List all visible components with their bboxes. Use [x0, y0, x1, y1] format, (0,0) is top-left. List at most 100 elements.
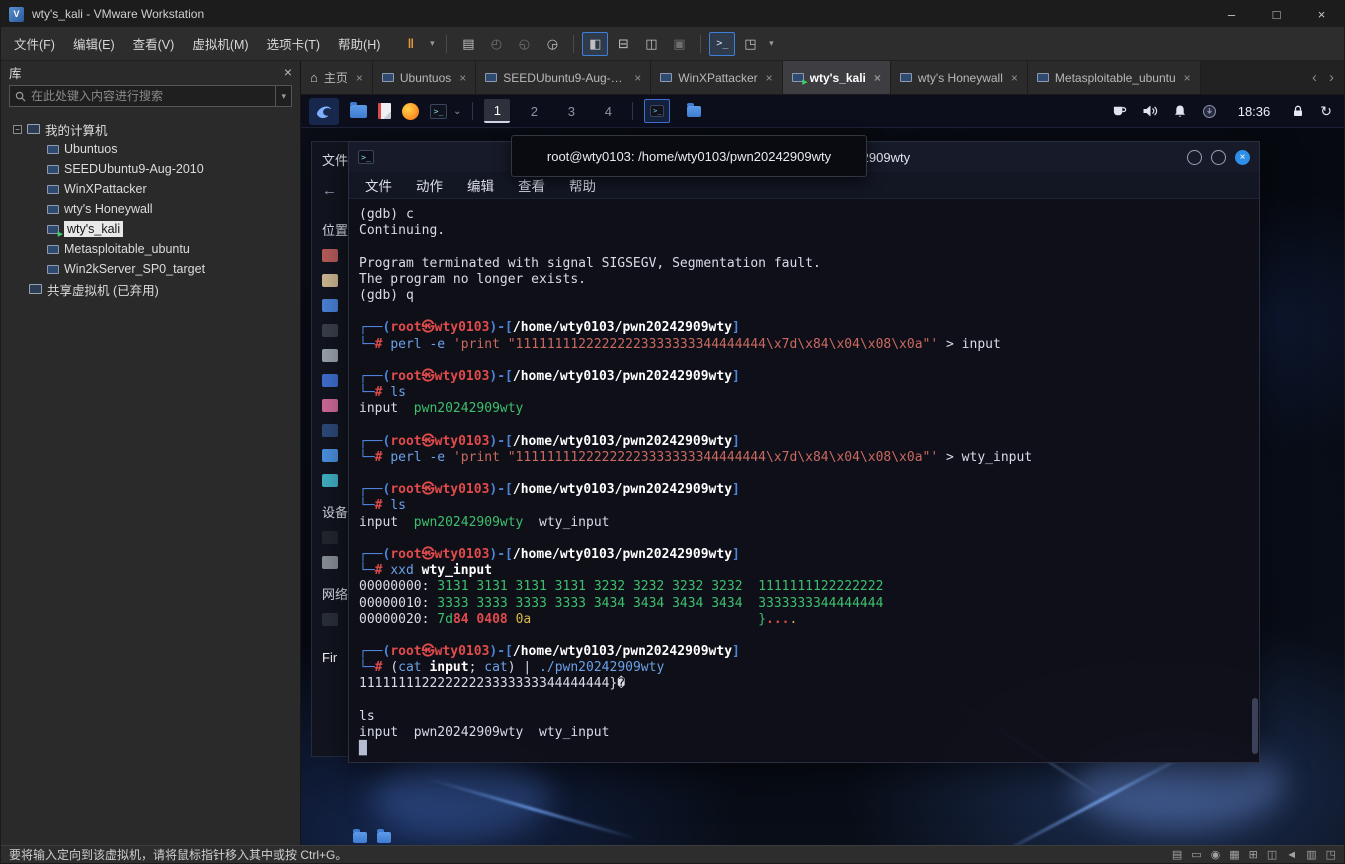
minimize-button[interactable]: – — [1209, 1, 1254, 27]
tree-item-my-computer[interactable]: − 我的计算机 — [1, 119, 300, 139]
tab-close-icon[interactable]: × — [1184, 71, 1191, 85]
menu-item-1[interactable]: 编辑(E) — [64, 30, 124, 57]
folder-icon[interactable] — [377, 829, 391, 843]
screen-lock-icon[interactable] — [1291, 104, 1305, 118]
file-manager-window[interactable]: 文件 ← 位置 设备 网络 Fir — [311, 141, 348, 757]
close-button[interactable]: × — [1299, 1, 1344, 27]
library-search[interactable]: ▾ — [9, 85, 292, 107]
tab-close-icon[interactable]: × — [634, 71, 641, 85]
terminal-window-button[interactable]: >_ — [644, 99, 671, 123]
fullscreen-icon[interactable]: ◳ — [737, 32, 763, 56]
folder-icon[interactable] — [353, 829, 367, 843]
network-status-icon[interactable] — [1202, 104, 1217, 119]
coffee-cup-icon[interactable] — [1112, 104, 1127, 118]
tab-主页[interactable]: ⌂ 主页 × — [301, 61, 373, 94]
tree-item-shared-vms[interactable]: 共享虚拟机 (已弃用) — [1, 279, 300, 299]
terminal-menu-item-1[interactable]: 动作 — [416, 175, 443, 195]
snapshot-manager-icon[interactable]: ◶ — [539, 32, 565, 56]
tabs-scroll-left-icon[interactable]: ‹ — [1312, 69, 1317, 86]
show-thumbnail-bar-icon[interactable]: ⊟ — [610, 32, 636, 56]
suspend-menu-icon[interactable]: ▾ — [426, 32, 438, 56]
fm-place-icon[interactable] — [322, 324, 338, 337]
tree-item-WinXPattacker[interactable]: WinXPattacker — [1, 179, 300, 199]
tab-close-icon[interactable]: × — [356, 71, 363, 85]
hard-disk-icon[interactable]: ▭ — [1191, 848, 1201, 861]
terminal-menu-item-3[interactable]: 查看 — [518, 175, 545, 195]
fm-place-icon[interactable] — [322, 274, 338, 287]
sound-icon[interactable]: ◄ — [1286, 849, 1297, 861]
suspend-button[interactable]: ‖ — [398, 32, 424, 56]
notifications-bell-icon[interactable] — [1173, 104, 1187, 118]
back-arrow-icon[interactable]: ← — [322, 182, 337, 199]
tree-item-Ubuntuos[interactable]: Ubuntuos — [1, 139, 300, 159]
tab-close-icon[interactable]: × — [459, 71, 466, 85]
library-close-icon[interactable]: × — [284, 64, 292, 80]
menu-item-0[interactable]: 文件(F) — [5, 30, 64, 57]
menu-item-4[interactable]: 选项卡(T) — [258, 30, 329, 57]
terminal-content[interactable]: (gdb) c Continuing. Program terminated wi… — [349, 199, 1259, 762]
terminal-dropdown-icon[interactable]: ⌄ — [453, 106, 461, 117]
workspace-4[interactable]: 4 — [595, 99, 621, 123]
firefox-icon[interactable] — [402, 102, 419, 120]
tab-wty's Honeywall[interactable]: wty's Honeywall × — [890, 61, 1028, 94]
terminal-close-button[interactable]: × — [1235, 149, 1250, 165]
fit-guest-icon[interactable]: ◳ — [1326, 848, 1336, 861]
search-input[interactable] — [31, 89, 271, 103]
fm-place-icon[interactable] — [322, 399, 338, 412]
tab-wty's_kali[interactable]: ▶ wty's_kali × — [782, 61, 891, 94]
menu-item-3[interactable]: 虚拟机(M) — [183, 30, 257, 57]
text-editor-icon[interactable] — [378, 103, 391, 119]
file-manager-window-button[interactable] — [681, 99, 707, 123]
appliance-view-icon[interactable]: ▣ — [666, 32, 692, 56]
unity-mode-icon[interactable]: ◫ — [638, 32, 664, 56]
workspace-1[interactable]: 1 — [484, 99, 511, 123]
console-view-icon[interactable]: >_ — [709, 31, 736, 56]
tree-item-SEEDUbuntu9-Aug-2010[interactable]: SEEDUbuntu9-Aug-2010 — [1, 159, 300, 179]
network-adapter-icon[interactable]: ⊞ — [1249, 848, 1258, 861]
panel-clock[interactable]: 18:36 — [1238, 104, 1271, 119]
fm-place-icon[interactable] — [322, 613, 338, 626]
menu-item-5[interactable]: 帮助(H) — [329, 30, 389, 57]
terminal-minimize-button[interactable] — [1187, 149, 1202, 165]
tabs-scroll-right-icon[interactable]: › — [1329, 69, 1334, 86]
fm-place-icon[interactable] — [322, 556, 338, 569]
workspace-2[interactable]: 2 — [521, 99, 547, 123]
fm-place-icon[interactable] — [322, 299, 338, 312]
terminal-maximize-button[interactable] — [1211, 149, 1226, 165]
terminal-menu-item-4[interactable]: 帮助 — [569, 175, 596, 195]
tab-Ubuntuos[interactable]: Ubuntuos × — [372, 61, 477, 94]
tab-Metasploitable_ubuntu[interactable]: Metasploitable_ubuntu × — [1027, 61, 1201, 94]
terminal-menu-item-0[interactable]: 文件 — [365, 175, 392, 195]
search-dropdown-icon[interactable]: ▾ — [275, 86, 286, 106]
tab-WinXPattacker[interactable]: WinXPattacker × — [651, 61, 783, 94]
fm-place-icon[interactable] — [322, 424, 338, 437]
tree-item-Metasploitable_ubuntu[interactable]: Metasploitable_ubuntu — [1, 239, 300, 259]
tab-close-icon[interactable]: × — [766, 71, 773, 85]
maximize-button[interactable]: □ — [1254, 1, 1299, 27]
terminal-menu-item-2[interactable]: 编辑 — [467, 175, 494, 195]
fm-place-icon[interactable] — [322, 349, 338, 362]
fm-place-icon[interactable] — [322, 374, 338, 387]
terminal-scrollbar-thumb[interactable] — [1252, 698, 1258, 754]
fm-place-icon[interactable] — [322, 531, 338, 544]
tab-SEEDUbuntu9-Aug-2010[interactable]: SEEDUbuntu9-Aug-2010 × — [476, 61, 652, 94]
session-refresh-icon[interactable]: ↻ — [1320, 103, 1332, 120]
tree-expander-icon[interactable]: − — [13, 124, 22, 134]
kali-menu-icon[interactable] — [309, 97, 339, 125]
terminal-launcher-icon[interactable]: >_ — [430, 103, 447, 119]
fm-place-icon[interactable] — [322, 249, 338, 262]
snapshot-take-icon[interactable]: ◴ — [483, 32, 509, 56]
tab-close-icon[interactable]: × — [1011, 71, 1018, 85]
tree-item-wty's Honeywall[interactable]: wty's Honeywall — [1, 199, 300, 219]
terminal-scrollbar[interactable] — [1251, 202, 1258, 760]
fm-menu-file[interactable]: 文件 — [322, 150, 348, 169]
tree-item-Win2kServer_SP0_target[interactable]: Win2kServer_SP0_target — [1, 259, 300, 279]
volume-icon[interactable] — [1142, 104, 1158, 118]
fm-place-icon[interactable] — [322, 449, 338, 462]
usb-icon[interactable]: ◫ — [1267, 848, 1277, 861]
message-log-icon[interactable]: ▤ — [1172, 848, 1182, 861]
tab-close-icon[interactable]: × — [874, 71, 881, 85]
file-manager-icon[interactable] — [350, 101, 367, 118]
floppy-icon[interactable]: ▦ — [1229, 848, 1239, 861]
workspace-3[interactable]: 3 — [558, 99, 584, 123]
